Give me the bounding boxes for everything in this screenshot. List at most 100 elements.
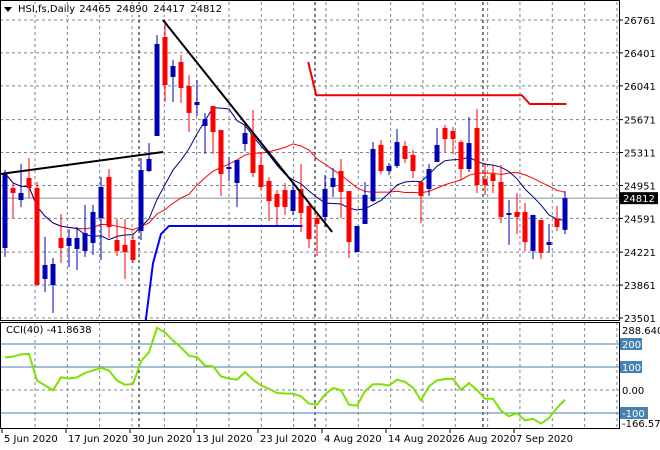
low-value: 24417 — [153, 4, 186, 15]
cci-label: CCI(40) -41.8638 — [6, 325, 92, 336]
close-value: 24812 — [190, 4, 223, 15]
high-value: 24890 — [116, 4, 149, 15]
candle-bear — [522, 211, 528, 243]
price-tick-label: 24951 — [624, 181, 656, 192]
candle-bear — [10, 188, 16, 193]
candle-bear — [514, 211, 520, 217]
candle-bull — [98, 187, 104, 218]
candle-bull — [546, 242, 552, 245]
candle-bear — [346, 191, 352, 243]
candle-bull — [194, 101, 200, 106]
date-label: 23 Jul 2020 — [260, 434, 317, 445]
date-label: 4 Aug 2020 — [324, 434, 382, 445]
candle-bull — [426, 169, 432, 190]
trendline — [162, 19, 333, 233]
candle-bear — [458, 141, 464, 169]
candle-bull — [82, 232, 88, 251]
candle-bull — [74, 238, 80, 249]
candle-bear — [538, 220, 544, 253]
cci-line — [4, 326, 566, 425]
price-tick-label: 26401 — [624, 49, 656, 60]
current-price-label: 24812 — [623, 194, 655, 205]
candle-bear — [218, 129, 224, 175]
price-tick-label: 23501 — [624, 314, 656, 325]
cci-tick-label: 288.6403 — [622, 326, 660, 337]
candle-bull — [90, 211, 96, 243]
price-tick-label: 26761 — [624, 16, 656, 27]
candle-bull — [386, 165, 392, 172]
candle-bull — [330, 177, 336, 188]
open-value: 24465 — [79, 4, 112, 15]
candle-bear — [498, 181, 504, 217]
candle-bear — [314, 217, 320, 224]
date-label: 13 Jul 2020 — [196, 434, 253, 445]
candle-bull — [290, 190, 296, 211]
candle-bull — [394, 142, 400, 166]
candle-bear — [410, 155, 416, 172]
candle-bull — [434, 144, 440, 162]
candle-bear — [418, 181, 424, 196]
candle-bull — [66, 238, 72, 246]
candle-bear — [26, 177, 32, 189]
candle-bull — [242, 132, 248, 144]
candle-bear — [474, 127, 480, 185]
candle-bear — [378, 144, 384, 172]
dropdown-triangle-icon[interactable] — [4, 7, 12, 12]
candle-bull — [226, 166, 232, 169]
candle-bear — [450, 130, 456, 140]
date-label: 26 Aug 2020 — [452, 434, 516, 445]
candle-bear — [178, 61, 184, 89]
price-chart[interactable]: 26761 26401 26041 25671 25311 24951 24591 24221… — [0, 0, 660, 450]
candle-bull — [354, 225, 360, 253]
cci-name: CCI(40) — [6, 325, 44, 336]
candle-bull — [18, 192, 24, 200]
date-label: 14 Aug 2020 — [388, 434, 452, 445]
price-tick-label: 26041 — [624, 82, 656, 93]
price-tick-label: 23861 — [624, 281, 656, 292]
candle-bear — [274, 193, 280, 208]
candle-bear — [122, 244, 128, 253]
candle-bear — [490, 174, 496, 181]
candle-bull — [146, 158, 152, 172]
candle-bear — [162, 37, 168, 85]
cci-tick-label: 200 — [622, 340, 641, 351]
candle-bull — [530, 214, 536, 251]
candle-bull — [154, 43, 160, 137]
candle-bull — [50, 263, 56, 286]
candle-bull — [466, 143, 472, 169]
price-tick-label: 25671 — [624, 116, 656, 127]
candle-bear — [338, 171, 344, 192]
candle-bear — [442, 127, 448, 140]
price-tick-label: 25311 — [624, 149, 656, 160]
support-line — [144, 224, 303, 321]
candle-bull — [138, 170, 144, 231]
candle-bear — [130, 240, 136, 260]
candle-bear — [482, 178, 488, 185]
chart-header: HSI,fs,Daily 24465 24890 24417 24812 — [4, 4, 223, 15]
date-label: 5 Jun 2020 — [4, 434, 58, 445]
candle-bull — [322, 189, 328, 217]
candle-bear — [114, 240, 120, 251]
candle-bull — [370, 148, 376, 202]
cci-tick-label: -166.576 — [622, 419, 660, 430]
cci-value: -41.8638 — [46, 325, 92, 336]
candle-bull — [506, 212, 512, 215]
candle-bull — [42, 264, 48, 279]
candle-bear — [266, 180, 272, 202]
candle-bear — [554, 219, 560, 227]
candle-bull — [170, 65, 176, 77]
candle-bull — [2, 173, 8, 248]
cci-tick-label: 0.00 — [622, 386, 644, 397]
resistance-line — [307, 61, 567, 106]
date-label: 30 Jun 2020 — [132, 434, 192, 445]
candle-bull — [562, 198, 568, 230]
candle-bear — [34, 188, 40, 286]
date-label: 17 Jun 2020 — [68, 434, 128, 445]
candle-bear — [210, 106, 216, 132]
candle-bull — [202, 118, 208, 126]
candle-bear — [258, 164, 264, 188]
cci-tick-label: 100 — [622, 363, 641, 374]
price-tick-label: 24591 — [624, 214, 656, 225]
symbol-label: HSI,fs,Daily — [18, 4, 76, 15]
candle-bear — [282, 190, 288, 208]
